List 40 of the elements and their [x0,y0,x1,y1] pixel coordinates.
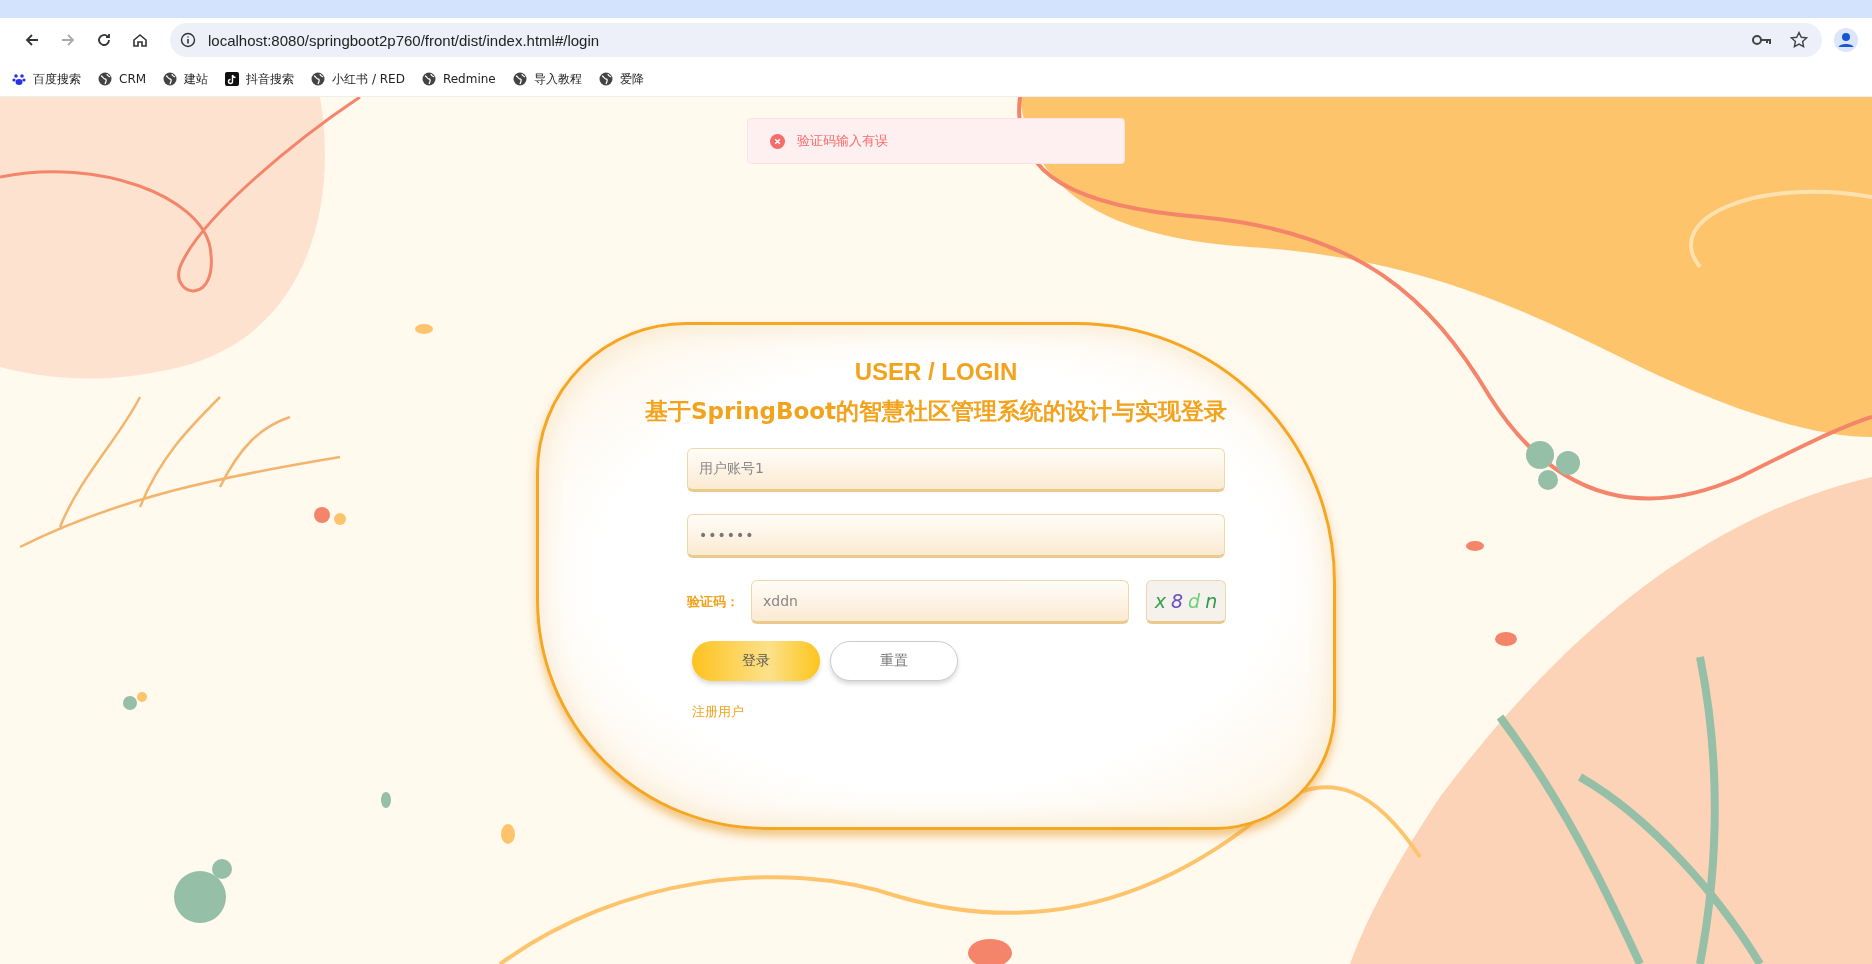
bookmark-item[interactable]: Redmine [421,72,496,86]
system-title: 基于SpringBoot的智慧社区管理系统的设计与实现登录 [644,397,1228,426]
dots-drawing [123,692,147,710]
bookmark-item[interactable]: 导入教程 [512,70,582,88]
globe-icon [598,72,613,86]
dot-shape [415,324,433,334]
error-icon [770,133,785,149]
dot-shape [1495,632,1517,646]
bookmark-item[interactable]: 百度搜索 [12,70,81,88]
music-note-icon [225,72,240,86]
bookmark-item[interactable]: 建站 [163,70,209,88]
toast-message: 验证码输入有误 [797,132,888,150]
globe-icon [98,72,112,86]
profile-icon[interactable] [1834,28,1858,52]
bookmark-item[interactable]: 抖音搜索 [225,70,295,88]
bookmark-item[interactable]: CRM [98,72,147,86]
dot-shape [381,792,391,808]
reset-button[interactable]: 重置 [830,641,958,681]
dot-shape [501,824,515,844]
dot-shape [1466,541,1484,551]
login-button[interactable]: 登录 [692,641,820,681]
bookmark-item[interactable]: 爱降 [598,70,644,88]
globe-icon [311,72,326,86]
info-icon[interactable] [180,32,196,48]
globe-icon [421,72,436,86]
dots-drawing [174,859,232,923]
globe-icon [512,72,527,86]
address-bar[interactable]: localhost:8080/springboot2p760/front/dist/index.html#/login [170,23,1822,57]
password-field[interactable]: •••••• [687,514,1225,558]
star-icon[interactable] [1790,31,1808,49]
paw-icon [12,72,26,86]
login-title: USER / LOGIN [854,358,1018,386]
dots-drawing [314,507,346,525]
captcha-label: 验证码： [687,593,740,611]
bookmark-item[interactable]: 小红书 / RED [311,70,405,88]
url-text: localhost:8080/springboot2p760/front/dist/index.html#/login [208,31,600,49]
dots-drawing [1526,441,1580,490]
globe-icon [163,72,178,86]
captcha-image[interactable]: x 8 d n [1146,580,1226,624]
key-icon[interactable] [1752,33,1772,47]
